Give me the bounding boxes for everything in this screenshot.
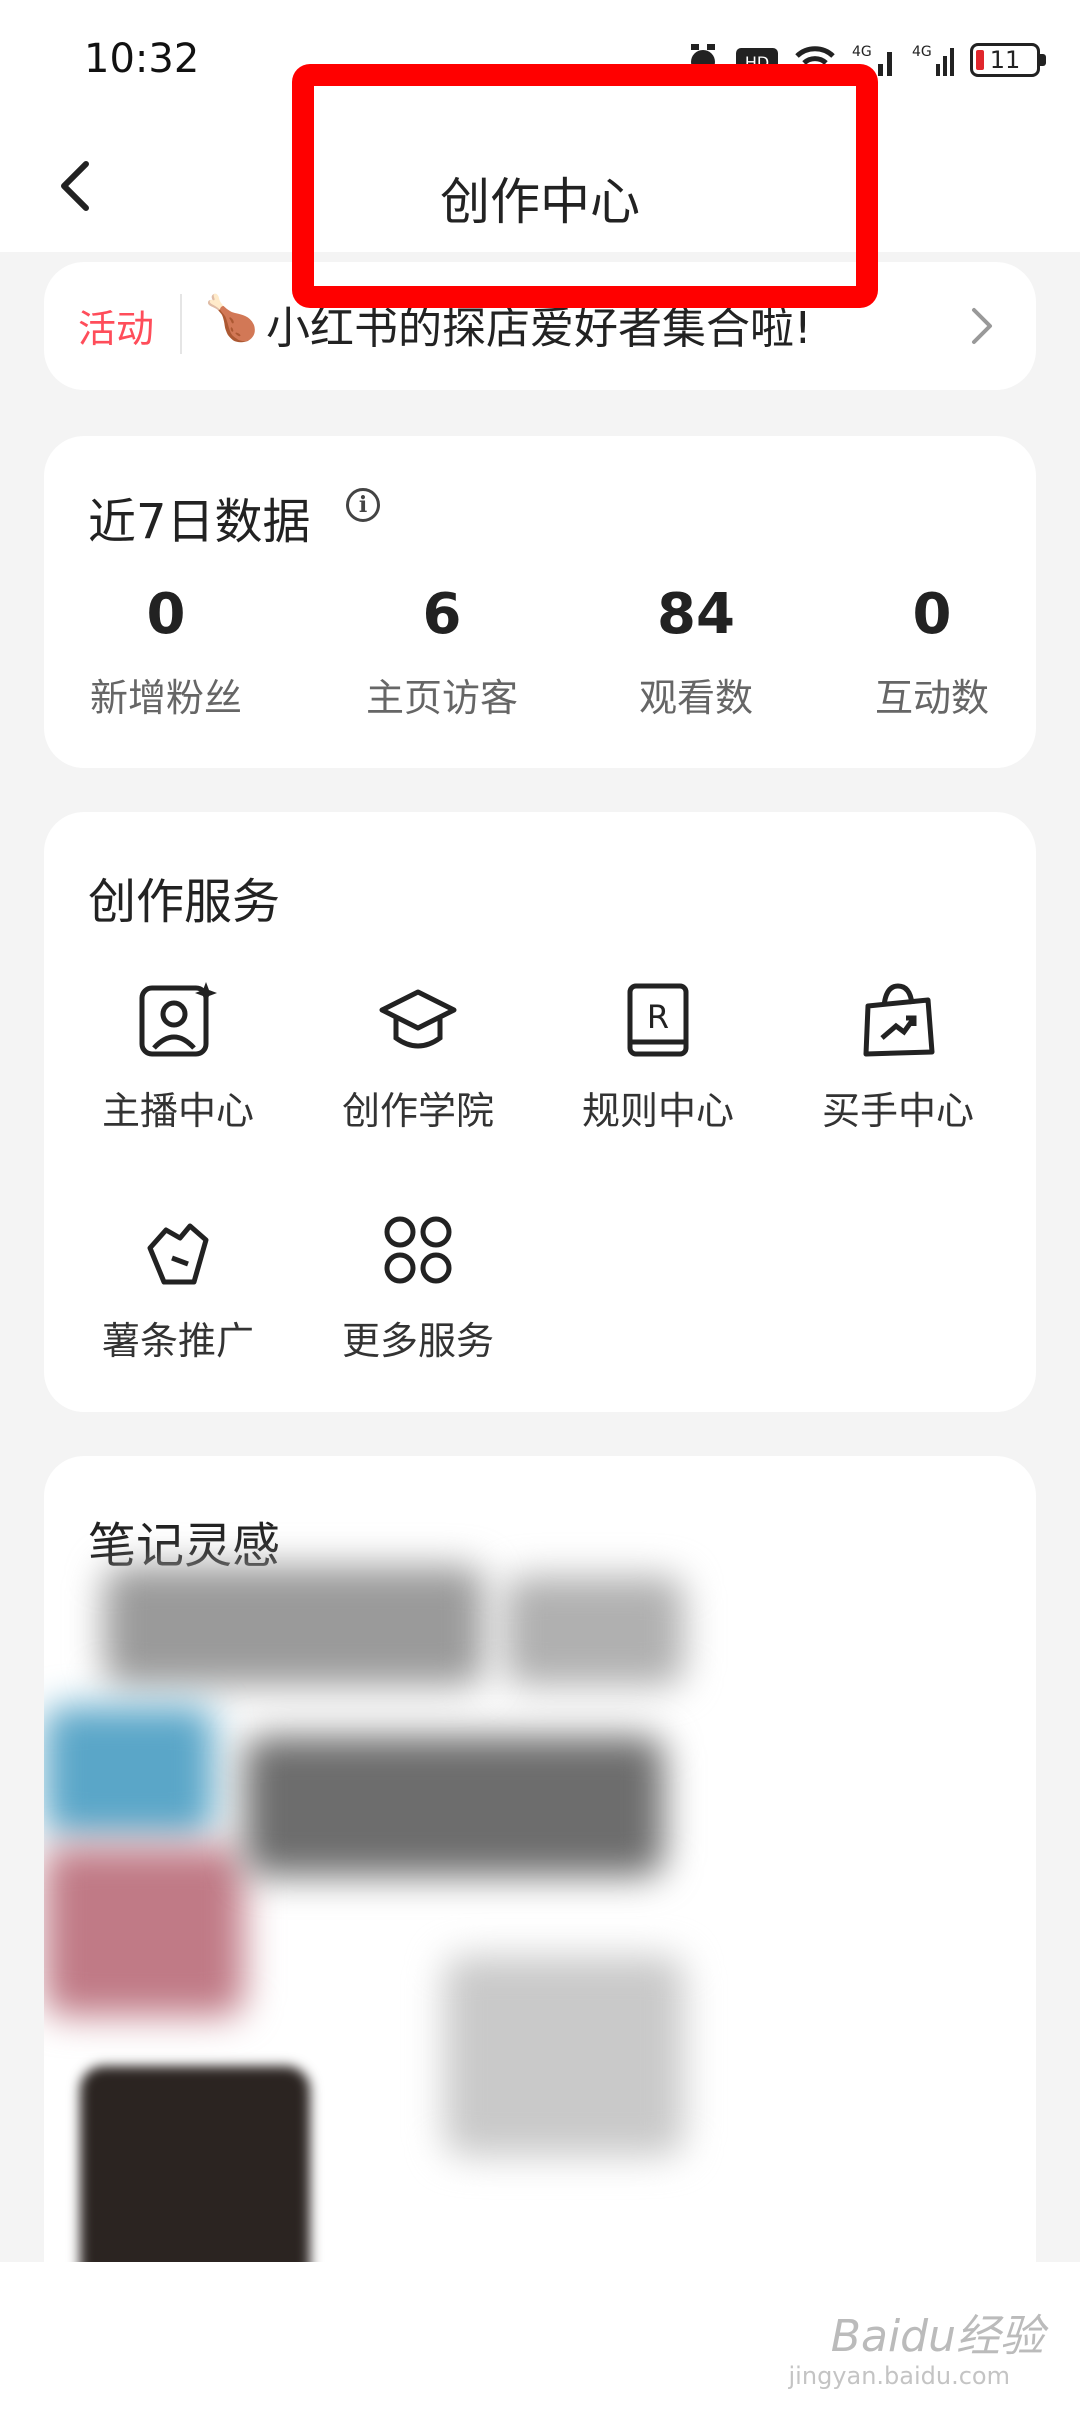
stat-value: 0: [912, 582, 952, 647]
redaction: [44, 1706, 214, 1836]
stats-card: 近7日数据 i 0 新增粉丝 6 主页访客 84 观看数 0 互动数: [44, 436, 1036, 768]
status-time: 10:32: [84, 36, 200, 82]
stat-label: 互动数: [874, 676, 989, 720]
highlight-box: [292, 64, 878, 308]
services-card: 创作服务 主播中心 创作学院 R 规则中心 买手中心 薯条推广 更多服务: [44, 812, 1036, 1412]
service-rules-center[interactable]: R 规则中心: [548, 978, 768, 1135]
service-streamer-center[interactable]: 主播中心: [68, 978, 288, 1135]
rules-book-icon: R: [627, 983, 689, 1057]
stats-title: 近7日数据: [88, 494, 311, 550]
services-title: 创作服务: [88, 874, 281, 930]
notes-card: 笔记灵感: [44, 1456, 1036, 2356]
stat-value: 84: [657, 582, 735, 647]
drumstick-icon: 🍗: [204, 293, 259, 344]
service-label: 薯条推广: [101, 1319, 254, 1363]
service-label: 创作学院: [341, 1089, 494, 1133]
more-grid-icon: [384, 1216, 452, 1284]
service-fries-promo[interactable]: 薯条推广: [68, 1208, 288, 1365]
redaction: [44, 1846, 244, 2016]
service-creator-academy[interactable]: 创作学院: [308, 978, 528, 1135]
divider: [180, 294, 182, 354]
battery-level: 11: [989, 46, 1021, 74]
shopping-bag-icon: [863, 983, 935, 1057]
battery-icon: 11: [970, 43, 1046, 77]
service-label: 买手中心: [821, 1089, 974, 1133]
redaction: [444, 1956, 684, 2156]
svg-text:4G: 4G: [912, 44, 932, 60]
stat-label: 主页访客: [365, 676, 518, 720]
stat-new-fans[interactable]: 0 新增粉丝: [56, 582, 276, 722]
svg-text:R: R: [647, 998, 669, 1036]
service-label: 主播中心: [101, 1089, 254, 1133]
service-buyer-center[interactable]: 买手中心: [788, 978, 1008, 1135]
info-icon[interactable]: i: [346, 488, 380, 522]
chevron-right-icon: [972, 308, 992, 344]
svg-text:4G: 4G: [852, 44, 872, 60]
service-label: 更多服务: [341, 1319, 494, 1363]
graduation-cap-icon: [379, 989, 457, 1049]
redaction: [104, 1566, 484, 1686]
activity-tag: 活动: [78, 307, 155, 351]
stat-interactions[interactable]: 0 互动数: [822, 582, 1042, 722]
redaction: [244, 1736, 664, 1876]
watermark-url: jingyan.baidu.com: [788, 2362, 1010, 2390]
stat-label: 观看数: [638, 676, 753, 720]
stat-views[interactable]: 84 观看数: [586, 582, 806, 722]
stat-value: 6: [422, 582, 462, 647]
stat-value: 0: [146, 582, 186, 647]
service-label: 规则中心: [581, 1089, 734, 1133]
back-arrow-icon[interactable]: [48, 150, 108, 222]
service-more[interactable]: 更多服务: [308, 1208, 528, 1365]
streamer-icon: [139, 982, 217, 1057]
watermark-brand: Baidu经验: [830, 2311, 1044, 2362]
fries-promo-icon: [147, 1223, 209, 1285]
stat-visitors[interactable]: 6 主页访客: [332, 582, 552, 722]
signal-4g-icon: 4G: [912, 44, 954, 76]
redaction: [504, 1576, 684, 1686]
stat-label: 新增粉丝: [89, 676, 242, 720]
